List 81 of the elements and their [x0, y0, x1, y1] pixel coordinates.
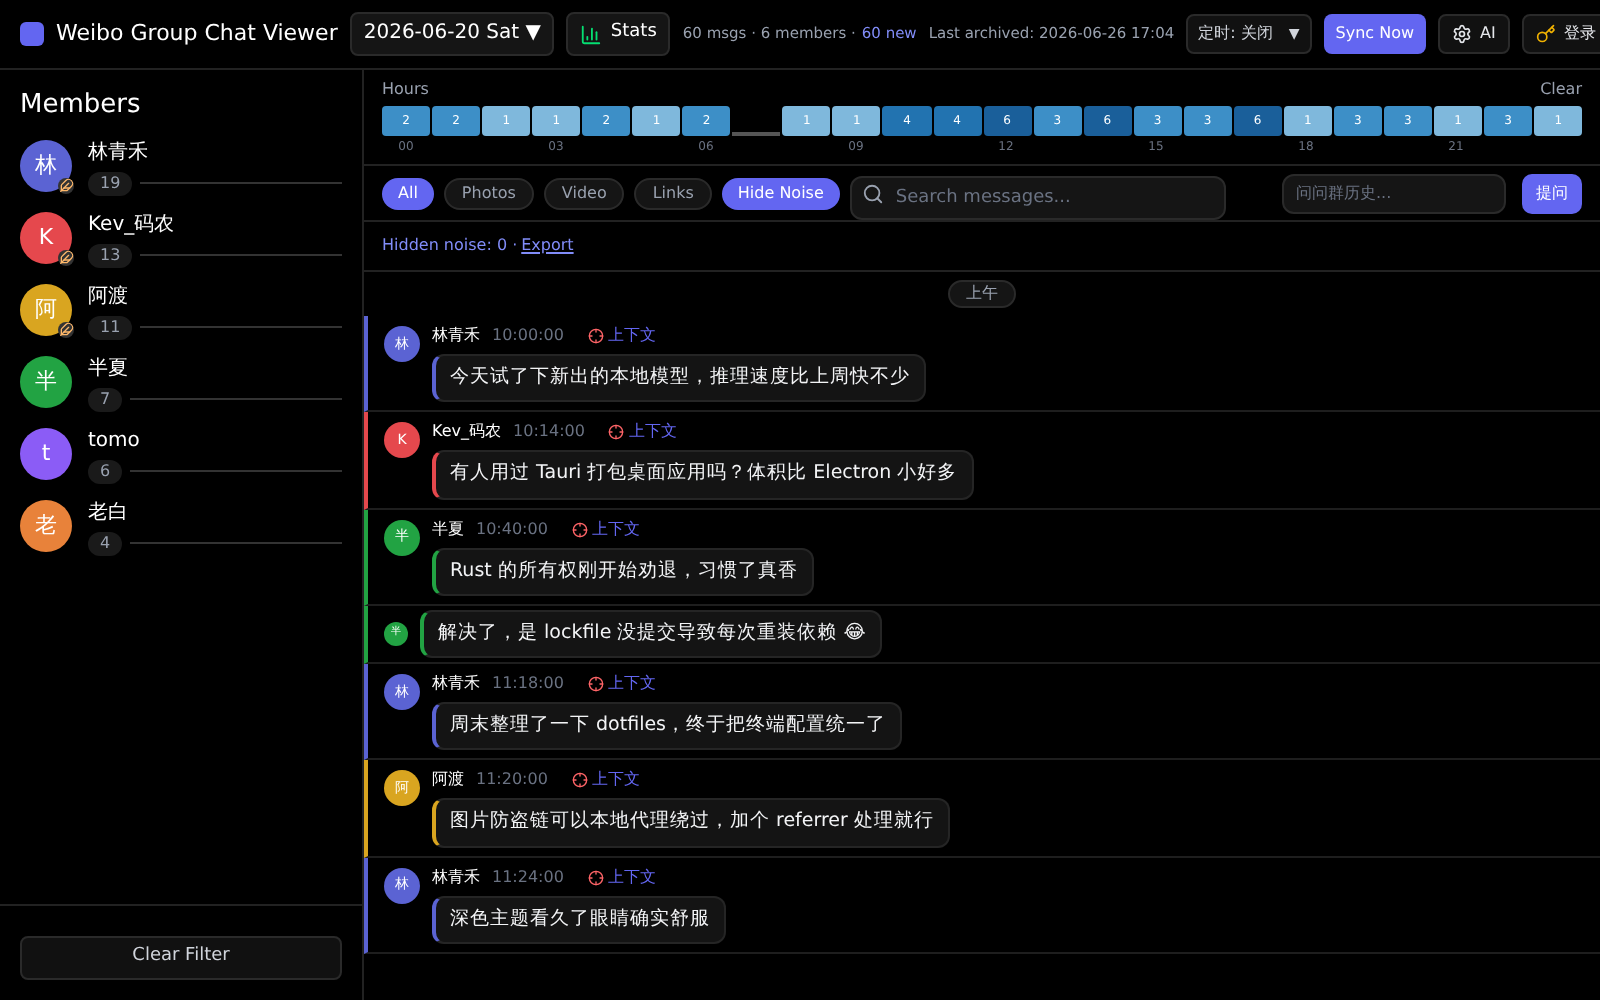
message-time: 10:00:00	[492, 324, 564, 348]
message-bubble: 今天试了下新出的本地模型，推理速度比上周快不少	[432, 354, 926, 403]
context-link[interactable]: 上下文	[571, 517, 640, 541]
member-name: 半夏	[88, 355, 130, 383]
date-picker[interactable]: 2026-06-20 Sat ▼	[349, 12, 555, 56]
member-name: 林青禾	[88, 139, 150, 167]
member-avatar: 半	[20, 356, 72, 408]
member-avatar: 林	[20, 140, 72, 192]
message-count: 19	[88, 171, 133, 195]
sender-name: 林青禾	[432, 324, 480, 348]
settings-icon	[1452, 24, 1473, 44]
message-bubble: Rust 的所有权刚开始劝退，习惯了真香	[432, 547, 814, 596]
member-name: 阿渡	[88, 283, 130, 311]
target-icon	[571, 772, 588, 789]
message-count: 4	[88, 531, 123, 555]
sender-name: 林青禾	[432, 672, 480, 696]
target-icon	[587, 328, 604, 344]
member-avatar: t	[20, 428, 72, 480]
member-item[interactable]: 老 老白 4	[20, 497, 342, 555]
members-title: Members	[18, 88, 143, 124]
filter-chip[interactable]: Video	[543, 177, 625, 209]
empty-hour-marker	[732, 132, 781, 136]
message-time: 10:14:00	[513, 420, 585, 445]
target-icon	[608, 424, 625, 441]
search-field[interactable]: Search messages...	[849, 175, 1226, 219]
member-item[interactable]: 林 林青禾 19	[20, 137, 342, 195]
message-time: 10:40:00	[476, 517, 548, 541]
message-bubble: 周末整理了一下 dotfiles，终于把终端配置统一了	[432, 702, 903, 751]
target-icon	[587, 869, 604, 885]
member-item[interactable]: 半 半夏 7	[20, 353, 342, 411]
member-name: 老白	[88, 499, 130, 527]
sender-name: Kev_码农	[432, 420, 502, 445]
app-logo-icon	[20, 22, 44, 46]
member-name: tomo	[88, 427, 142, 455]
search-icon	[861, 182, 884, 204]
target-icon	[587, 676, 604, 692]
member-avatar: K	[20, 212, 72, 264]
filter-chip[interactable]: Photos	[443, 177, 534, 209]
filter-chip[interactable]: All	[382, 177, 434, 209]
message-bubble: 图片防盗链可以本地代理绕过，加个 referrer 处理就行	[432, 798, 950, 847]
filter-chip[interactable]: Hide Noise	[721, 177, 840, 209]
member-avatar: 阿	[20, 284, 72, 336]
ask-field[interactable]: 问问群历史...	[1282, 173, 1506, 213]
message-count: 6	[88, 459, 123, 483]
context-link[interactable]: 上下文	[571, 768, 640, 793]
message-bubble: 解决了，是 lockfile 没提交导致每次重装依赖 😂	[420, 609, 882, 658]
message-bubble: 有人用过 Tauri 打包桌面应用吗？体积比 Electron 小好多	[432, 450, 974, 499]
ai-button[interactable]: AI	[1438, 14, 1510, 54]
message-time: 11:24:00	[492, 865, 564, 889]
hidden-noise-text: Hidden noise: 0 ·	[382, 234, 518, 258]
context-link[interactable]: 上下文	[608, 420, 677, 445]
message-count: 7	[88, 387, 123, 411]
context-link[interactable]: 上下文	[587, 672, 656, 696]
sender-name: 阿渡	[432, 768, 464, 793]
context-link[interactable]: 上下文	[587, 324, 656, 348]
message-bubble: 深色主题看久了眼睛确实舒服	[432, 895, 726, 944]
context-link[interactable]: 上下文	[587, 865, 656, 889]
login-button[interactable]: 登录	[1521, 14, 1600, 54]
message-time: 11:18:00	[492, 672, 564, 696]
clear-filter-button[interactable]: Clear Filter	[20, 936, 342, 980]
app-title: Weibo Group Chat Viewer	[56, 17, 338, 50]
target-icon	[571, 521, 588, 537]
member-item[interactable]: K Kev_码农 13	[20, 209, 342, 267]
bar-chart-icon	[580, 23, 603, 45]
sync-button[interactable]: Sync Now	[1323, 14, 1427, 54]
clear-hours-link[interactable]: Clear	[1540, 78, 1582, 102]
member-item[interactable]: 阿 阿渡 11	[20, 281, 342, 339]
member-avatar: 老	[20, 500, 72, 552]
key-icon	[1535, 24, 1556, 44]
member-name: Kev_码农	[88, 211, 177, 239]
hours-label: Hours	[382, 78, 429, 102]
ask-button[interactable]: 提问	[1522, 173, 1582, 213]
message-count: 11	[88, 315, 133, 339]
member-item[interactable]: t tomo 6	[20, 425, 342, 483]
export-link[interactable]: Export	[521, 234, 574, 258]
stats-button[interactable]: Stats	[566, 12, 671, 56]
sender-name: 半夏	[432, 517, 464, 541]
sender-name: 林青禾	[432, 865, 480, 889]
filter-chip[interactable]: Links	[634, 177, 712, 209]
message-time: 11:20:00	[476, 768, 548, 793]
message-count: 13	[88, 243, 133, 267]
